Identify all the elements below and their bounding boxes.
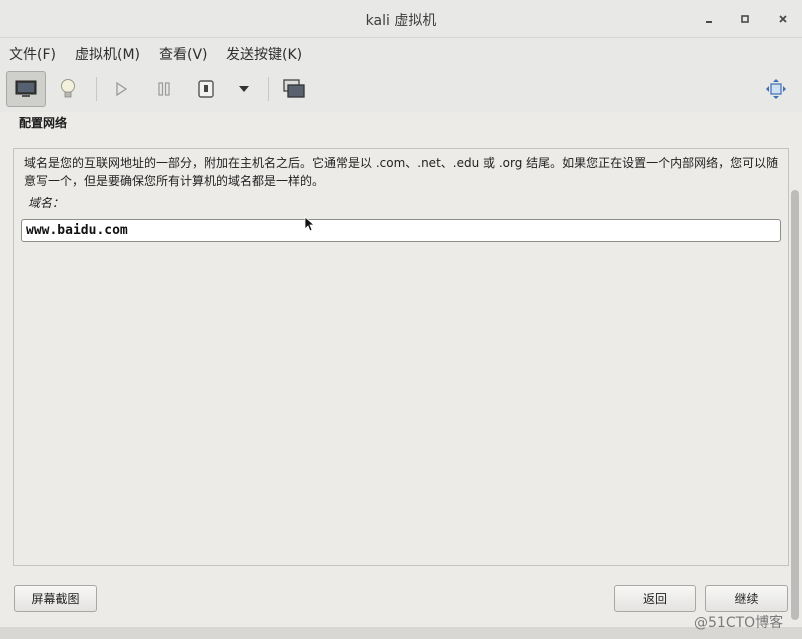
close-icon[interactable]	[775, 11, 791, 27]
stop-icon[interactable]	[186, 71, 226, 107]
maximize-icon[interactable]	[737, 11, 753, 27]
window-title: kali 虚拟机	[365, 13, 437, 29]
fullscreen-icon[interactable]	[756, 71, 796, 107]
title-bar: kali 虚拟机	[0, 0, 802, 38]
menu-file[interactable]: 文件(F)	[9, 44, 56, 64]
toolbar-separator	[268, 77, 269, 101]
toolbar	[0, 67, 802, 112]
watermark: @51CTO博客	[694, 615, 784, 631]
menu-send-keys[interactable]: 发送按键(K)	[226, 44, 302, 64]
back-button[interactable]: 返回	[614, 585, 696, 612]
snapshot-icon[interactable]	[274, 71, 314, 107]
pause-icon[interactable]	[144, 71, 184, 107]
domain-field-label: 域名：	[28, 196, 65, 210]
domain-description: 域名是您的互联网地址的一部分，附加在主机名之后。它通常是以 .com、.net、…	[24, 156, 779, 188]
domain-input[interactable]	[21, 219, 781, 242]
scrollbar-thumb[interactable]	[791, 190, 799, 620]
menu-view[interactable]: 查看(V)	[159, 44, 208, 64]
network-config-panel: 域名是您的互联网地址的一部分，附加在主机名之后。它通常是以 .com、.net、…	[13, 148, 789, 566]
mouse-cursor-icon	[304, 216, 314, 232]
monitor-icon[interactable]	[6, 71, 46, 107]
section-title: 配置网络	[19, 116, 68, 130]
play-icon[interactable]	[101, 71, 141, 107]
scrollbar[interactable]	[789, 112, 801, 620]
dropdown-arrow-icon[interactable]	[224, 71, 264, 107]
minimize-icon[interactable]	[701, 11, 717, 27]
lightbulb-icon[interactable]	[48, 71, 88, 107]
installer-content: 配置网络 域名是您的互联网地址的一部分，附加在主机名之后。它通常是以 .com、…	[0, 112, 802, 627]
screenshot-button[interactable]: 屏幕截图	[14, 585, 97, 612]
menu-vm[interactable]: 虚拟机(M)	[75, 44, 140, 64]
menu-bar: 文件(F) 虚拟机(M) 查看(V) 发送按键(K)	[0, 39, 802, 67]
bottom-strip	[0, 627, 802, 639]
continue-button[interactable]: 继续	[705, 585, 788, 612]
toolbar-separator	[96, 77, 97, 101]
